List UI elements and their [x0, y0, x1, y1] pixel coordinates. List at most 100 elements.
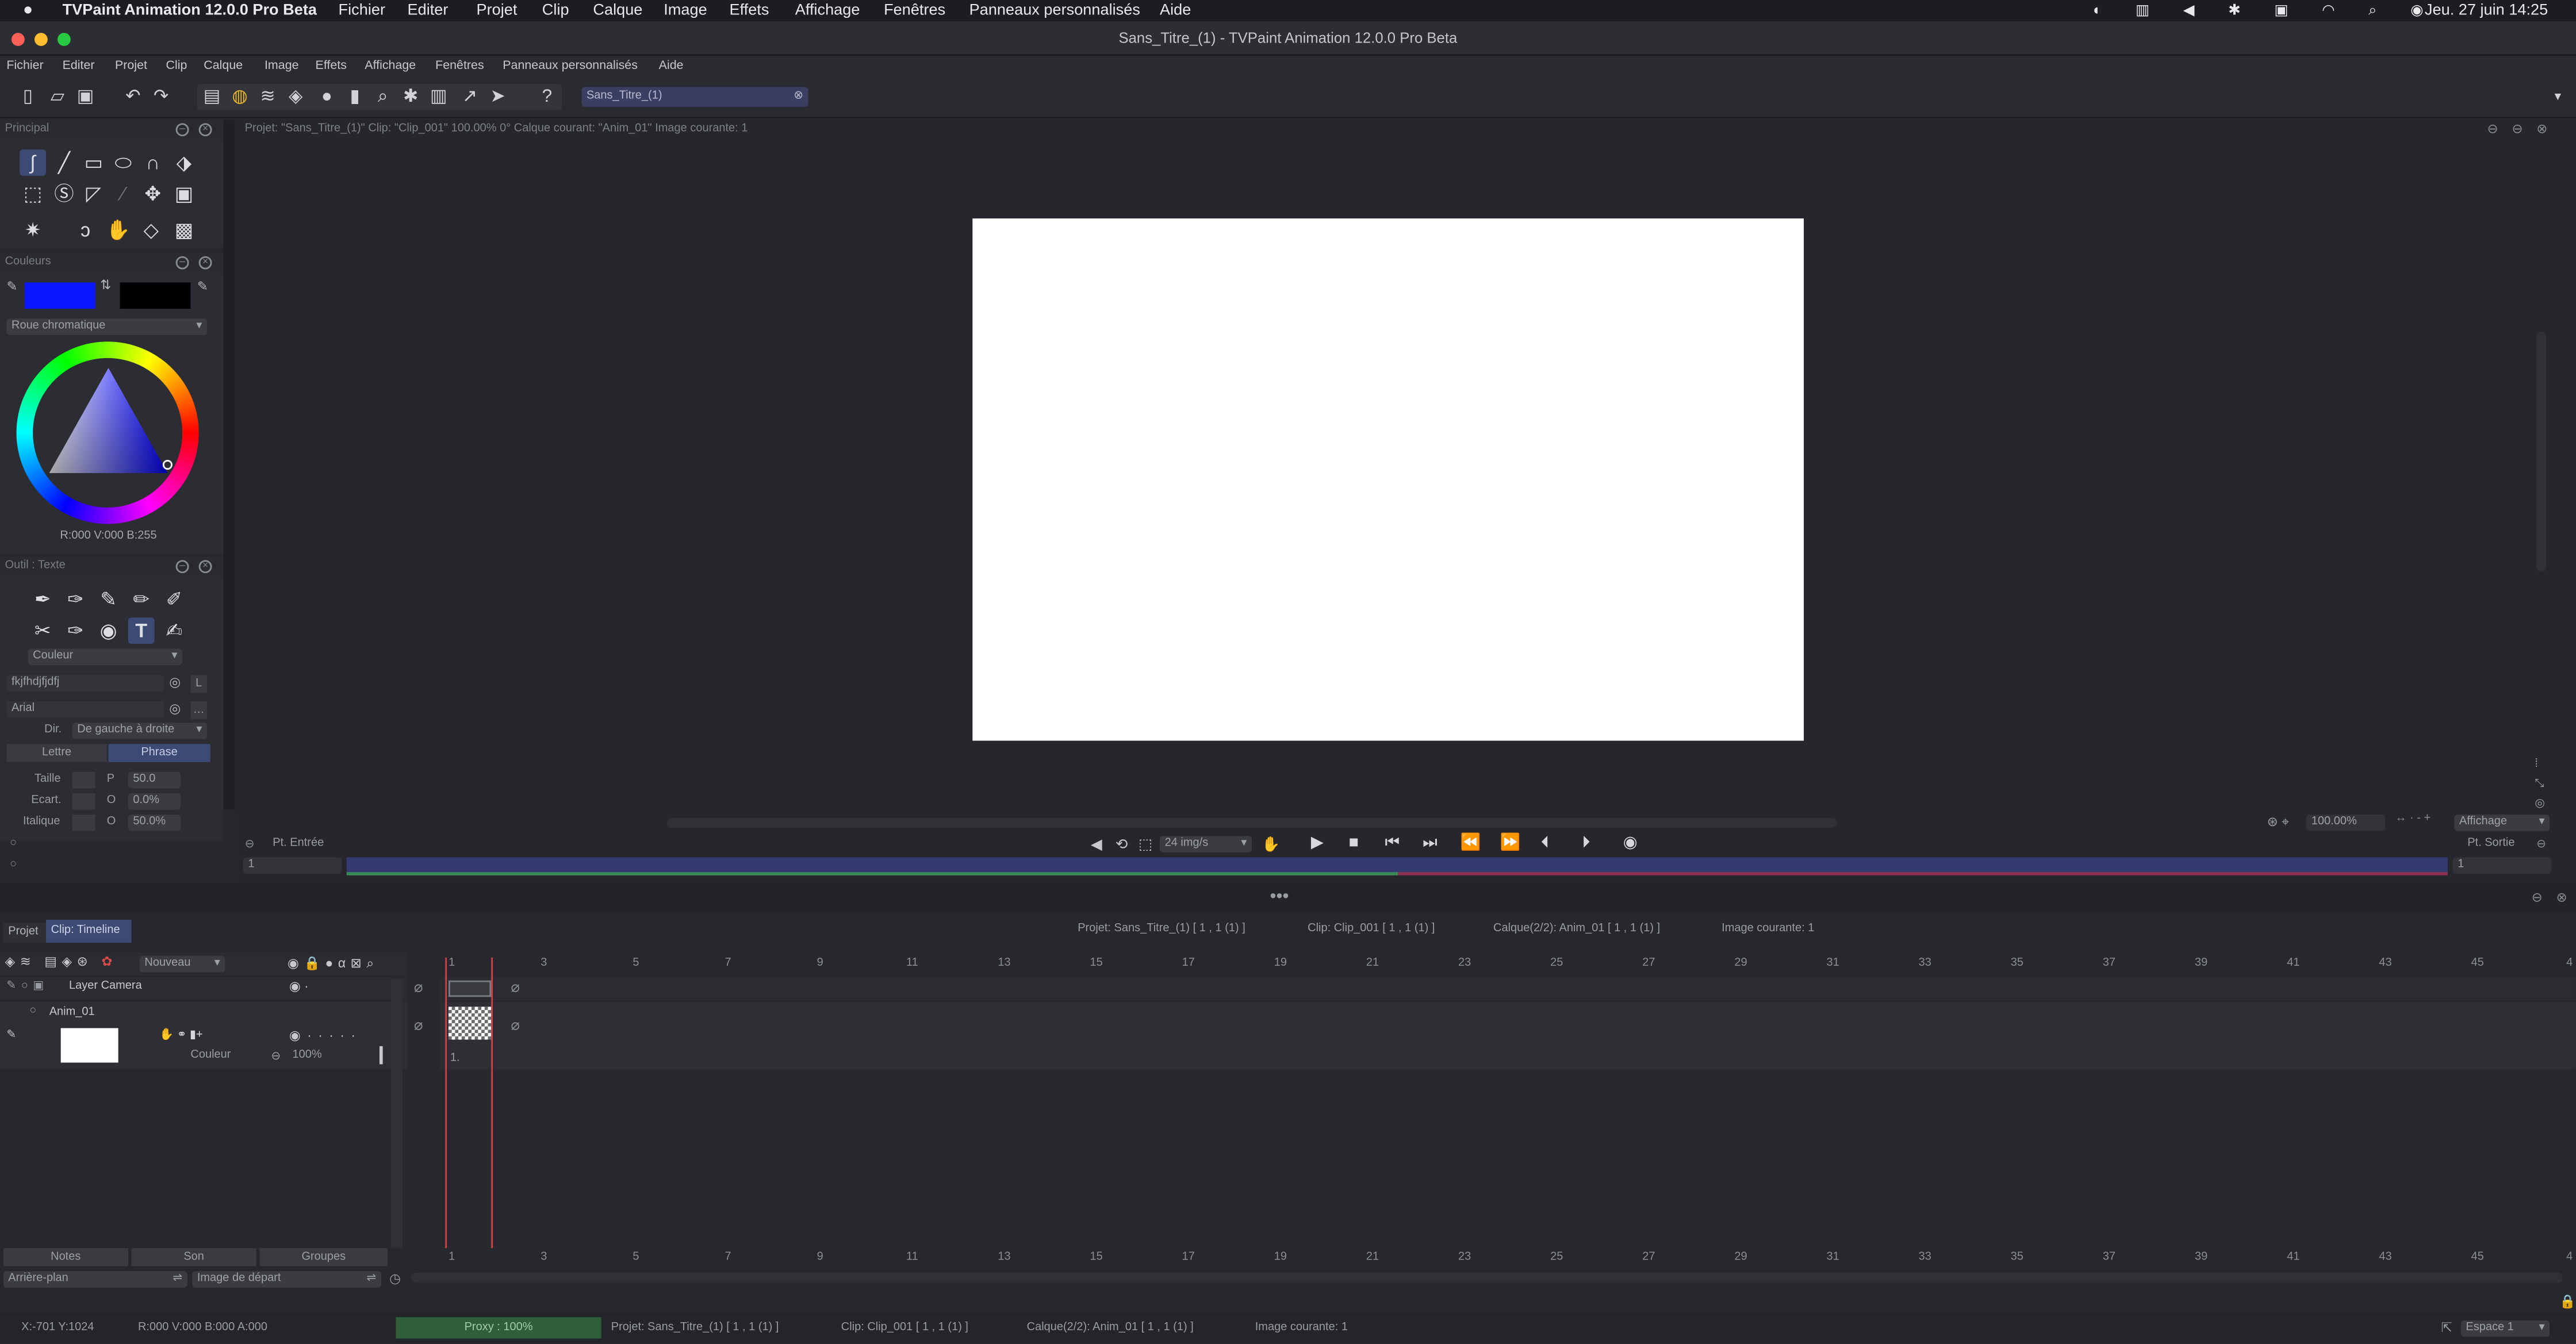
- panel-principal-min-button[interactable]: –: [175, 123, 189, 137]
- undo-icon[interactable]: ↶: [121, 86, 144, 109]
- menu-aide[interactable]: Aide: [1160, 0, 1191, 21]
- timeline-tick[interactable]: 11: [899, 1251, 925, 1263]
- timeline-tick[interactable]: 37: [2096, 1251, 2122, 1263]
- timeline-tick[interactable]: 31: [1820, 1251, 1846, 1263]
- timeline-tick[interactable]: 7: [715, 958, 741, 969]
- timeline-tick[interactable]: 4: [2556, 958, 2576, 969]
- prev-key-button[interactable]: ⏪: [1460, 834, 1481, 852]
- left-panel-bottom-icon-2[interactable]: ○: [10, 859, 17, 870]
- timeline-tick[interactable]: 35: [2004, 958, 2030, 969]
- menu-fichier[interactable]: Fichier: [339, 0, 385, 21]
- zoom-stepper-icon[interactable]: ↔ · - +: [2395, 813, 2431, 824]
- layer-camera-visibility-icon[interactable]: ◉ ·: [289, 979, 309, 994]
- layers-icon[interactable]: ≋: [256, 86, 279, 109]
- timeline-tick[interactable]: 27: [1636, 958, 1662, 969]
- wheel-mode-select[interactable]: Roue chromatique ▾: [6, 318, 207, 335]
- timeline-tick[interactable]: 31: [1820, 958, 1846, 969]
- move-tool-icon[interactable]: ✥: [140, 181, 166, 207]
- text-tool-icon[interactable]: T: [128, 617, 155, 644]
- eyedropper-b-icon[interactable]: ✎: [197, 279, 208, 294]
- fit-icon[interactable]: ⬚: [1138, 836, 1152, 854]
- timeline-tick[interactable]: 29: [1728, 958, 1754, 969]
- anim-layer-opacity[interactable]: 100%: [293, 1050, 322, 1061]
- project-field[interactable]: Sans_Titre_(1) ⊗: [581, 87, 808, 107]
- timeline-close-icon[interactable]: ⊗: [2556, 890, 2567, 905]
- prev-frame-button[interactable]: ⏴: [1541, 834, 1549, 852]
- first-frame-button[interactable]: ⏮: [1385, 834, 1400, 852]
- workspace-icon[interactable]: ⇱: [2441, 1320, 2452, 1335]
- canvas-header-max-icon[interactable]: ⊖: [2512, 121, 2523, 136]
- layer-camera-row[interactable]: [0, 977, 408, 1000]
- couleur-select[interactable]: Couleur ▾: [28, 648, 183, 666]
- groupes-button[interactable]: Groupes: [259, 1248, 388, 1266]
- anim-no-key-icon[interactable]: ⌀: [414, 1016, 423, 1034]
- clock[interactable]: Jeu. 27 juin 14:25: [2425, 0, 2548, 21]
- timeline-tick[interactable]: 13: [991, 1251, 1018, 1263]
- color-cursor[interactable]: [162, 459, 172, 470]
- arriere-plan-select[interactable]: Arrière-plan ⇌: [3, 1271, 187, 1288]
- secondary-color-swatch[interactable]: [120, 282, 191, 309]
- search-icon[interactable]: ⌕: [371, 86, 394, 109]
- menu-image[interactable]: Image: [664, 0, 707, 21]
- timeline-tick[interactable]: 3: [531, 958, 557, 969]
- warp-tool-icon[interactable]: ✷: [20, 217, 46, 243]
- stop-button[interactable]: ■: [1349, 834, 1359, 852]
- timeline-tick[interactable]: 37: [2096, 958, 2122, 969]
- lettre-button[interactable]: Lettre: [6, 744, 107, 762]
- appmenu-calque[interactable]: Calque: [204, 57, 243, 74]
- timeline-tick[interactable]: 17: [1175, 1251, 1202, 1263]
- next-key-button[interactable]: ⏩: [1500, 834, 1520, 852]
- scissors-tool-icon[interactable]: ✂: [29, 617, 56, 644]
- app-menu[interactable]: TVPaint Animation 12.0.0 Pro Beta: [63, 0, 317, 21]
- timeline-tick[interactable]: 9: [807, 1251, 833, 1263]
- stack-icon[interactable]: ◈: [284, 86, 307, 109]
- timeline-tick[interactable]: 21: [1359, 1251, 1386, 1263]
- timeline-tick[interactable]: 43: [2372, 1251, 2399, 1263]
- redo-icon[interactable]: ↷: [150, 86, 172, 109]
- send-icon[interactable]: ➤: [486, 86, 509, 109]
- timeline-min-icon[interactable]: ⊖: [2532, 890, 2543, 905]
- anim-layer-edit-icon[interactable]: ✎: [6, 1028, 16, 1041]
- phrase-button[interactable]: Phrase: [108, 744, 210, 762]
- tab-projet[interactable]: Projet: [3, 923, 46, 943]
- out-frame-field[interactable]: 1: [2452, 857, 2551, 874]
- canvas-header-close-icon[interactable]: ⊗: [2536, 121, 2547, 136]
- menu-projet[interactable]: Projet: [477, 0, 518, 21]
- drawing-canvas[interactable]: [972, 218, 1804, 741]
- timeline-tick[interactable]: 9: [807, 958, 833, 969]
- ecart-field[interactable]: 0.0%: [128, 793, 181, 810]
- camera-no-key-icon[interactable]: ⌀: [414, 979, 423, 997]
- timeline-tick[interactable]: 25: [1543, 1251, 1570, 1263]
- zoom-field[interactable]: 100.00%: [2306, 815, 2386, 831]
- smudge-tool-icon[interactable]: ✍: [161, 617, 187, 644]
- appmenu-fenetres[interactable]: Fenêtres: [435, 57, 484, 74]
- status-icons[interactable]: ◐ ▥ ◀ ✱ ▣ ◠ ⌕ ◉: [2093, 0, 2438, 21]
- timeline-tick[interactable]: 39: [2188, 958, 2214, 969]
- lightbulb-icon[interactable]: ●: [316, 86, 339, 109]
- timeline-tick[interactable]: 41: [2280, 1251, 2307, 1263]
- timer-icon[interactable]: ◷: [389, 1271, 401, 1286]
- in-frame-field[interactable]: 1: [243, 857, 342, 874]
- horizontal-scrollbar[interactable]: [666, 817, 1837, 828]
- loop-icon[interactable]: ⟲: [1116, 836, 1128, 854]
- anim-layer-lock-icon[interactable]: ○: [29, 1005, 36, 1016]
- timeline-tick[interactable]: 3: [531, 1251, 557, 1263]
- timeline-tick[interactable]: 43: [2372, 958, 2399, 969]
- son-button[interactable]: Son: [131, 1248, 256, 1266]
- pen-tool-icon[interactable]: ✒: [29, 586, 56, 613]
- film-icon[interactable]: ▮: [343, 86, 366, 109]
- pencil-tool-icon[interactable]: ✏: [128, 586, 155, 613]
- timeline-tick[interactable]: 1: [439, 1251, 465, 1263]
- affichage-select[interactable]: Affichage ▾: [2454, 815, 2550, 831]
- appmenu-affichage[interactable]: Affichage: [365, 57, 416, 74]
- anim-layer-visibility-icon[interactable]: ◉·····: [289, 1028, 362, 1043]
- text-input[interactable]: fkjfhdjfjdfj: [6, 675, 164, 692]
- timeline-tick[interactable]: 5: [623, 958, 649, 969]
- chart-icon[interactable]: ↗: [458, 86, 481, 109]
- timeline-tick[interactable]: 17: [1175, 958, 1202, 969]
- apple-icon[interactable]: ●: [23, 0, 33, 21]
- anim-no-key-icon-2[interactable]: ⌀: [511, 1016, 520, 1034]
- magic-wand-icon[interactable]: ⁄: [110, 181, 136, 207]
- timeline-tick[interactable]: 19: [1267, 1251, 1294, 1263]
- layers-scrollbar[interactable]: [390, 978, 402, 1249]
